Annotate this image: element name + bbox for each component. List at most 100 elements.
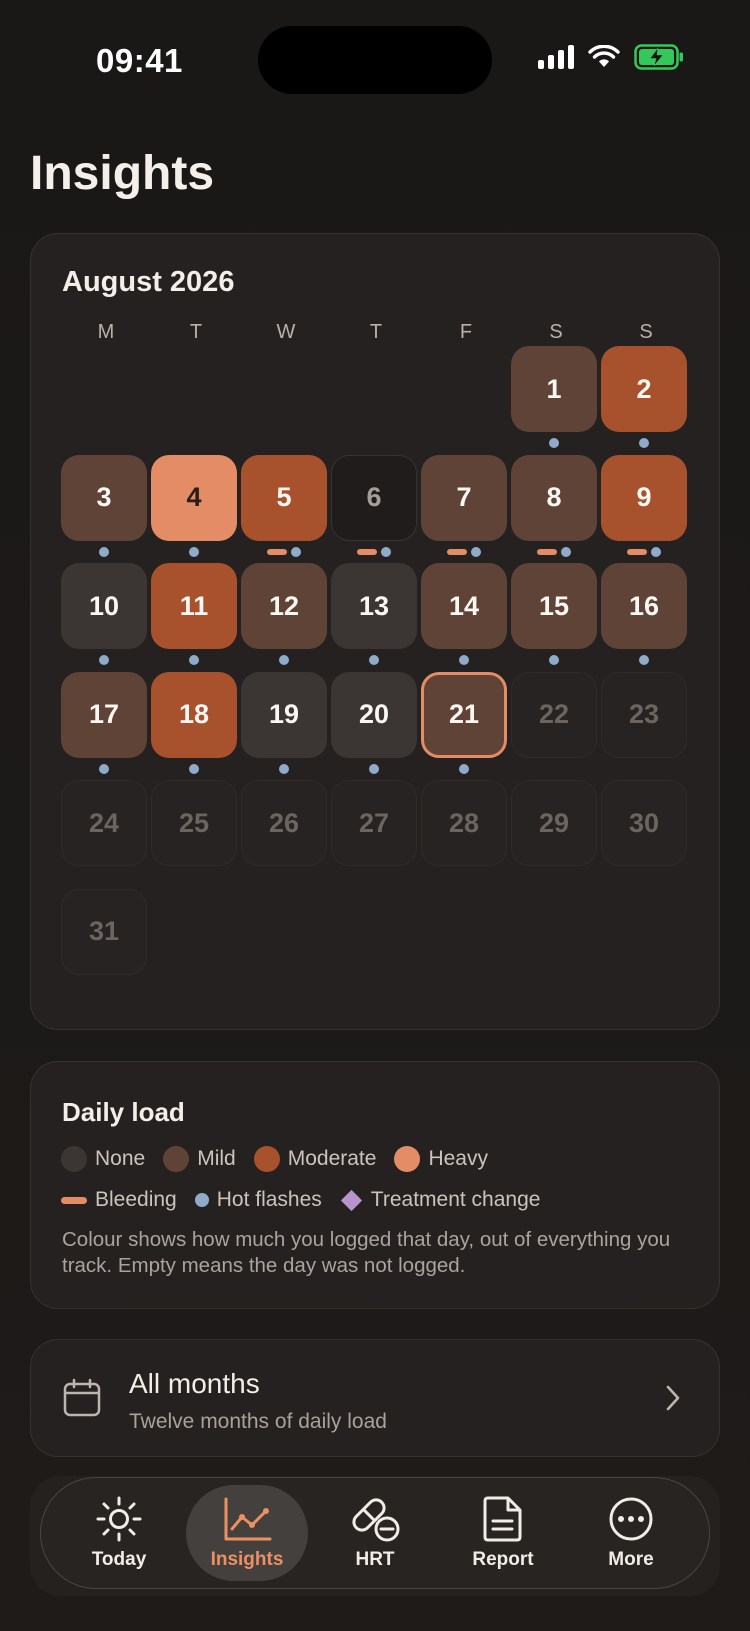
calendar-day[interactable]: 21 [421,671,507,758]
calendar-day[interactable]: 24 [61,780,147,866]
legend-levels: None Mild Moderate Heavy [61,1146,496,1172]
bleeding-marker-icon [61,1196,87,1204]
weekday-label: F [459,321,473,343]
bleeding-marker-icon [357,548,377,555]
hot-flash-dot-icon [651,546,661,557]
calendar-day[interactable]: 15 [511,563,597,649]
calendar-day[interactable]: 29 [511,780,597,866]
all-months-row[interactable]: All months Twelve months of daily load [30,1339,720,1457]
calendar-day[interactable]: 4 [151,454,237,541]
more-icon [609,1497,653,1541]
tab-label: More [608,1549,654,1570]
tab-hrt[interactable]: HRT [314,1485,436,1581]
day-markers [61,763,147,774]
calendar-day[interactable]: 11 [151,563,237,649]
day-markers [151,763,237,774]
calendar-day[interactable]: 8 [511,454,597,541]
status-icons [538,44,684,70]
legend-label: Bleeding [95,1188,177,1211]
tab-report[interactable]: Report [442,1485,564,1581]
weekday-label: M [97,321,115,343]
tab-label: Today [91,1549,147,1570]
hot-flash-dot-icon [291,546,301,557]
swatch-moderate [253,1146,280,1172]
hot-flash-dot-icon [369,655,379,665]
signal-icon [538,45,574,69]
hot-flash-dot-icon [459,763,469,774]
swatch-mild [163,1146,190,1172]
legend-moderate: Moderate [253,1146,376,1172]
page-title: Insights [30,147,215,200]
legend-label: Heavy [428,1147,488,1170]
document-icon [483,1496,522,1542]
tab-label: Report [472,1549,534,1570]
calendar-day[interactable]: 18 [151,671,237,758]
chart-icon [224,1497,272,1541]
hot-flash-dot-icon [549,438,559,448]
calendar-day[interactable]: 25 [151,780,237,866]
hot-flash-dot-icon [189,546,199,557]
calendar-day[interactable]: 3 [61,454,147,541]
calendar-day[interactable]: 28 [421,780,507,866]
tab-label: HRT [355,1549,395,1570]
swatch-heavy [394,1146,421,1172]
calendar-day[interactable]: 26 [241,780,327,866]
day-markers [241,546,327,557]
tab-insights[interactable]: Insights [186,1485,308,1581]
day-markers [601,655,687,665]
calendar-day[interactable]: 19 [241,671,327,758]
calendar-day[interactable]: 10 [61,563,147,649]
legend-markers: Bleeding Hot flashes Treatment change [61,1188,548,1212]
screen: 09:41 Insights August 2026 M T W T F S S [0,0,750,1631]
tab-bar: Today Insights HRT Report More [40,1477,710,1589]
bleeding-marker-icon [537,548,557,555]
day-markers [331,763,417,774]
weekday-label: T [189,321,203,343]
status-time: 09:41 [96,42,183,79]
hot-flash-dot-icon [639,655,649,665]
calendar-day[interactable]: 12 [241,563,327,649]
calendar-day[interactable]: 17 [61,671,147,758]
calendar-day[interactable]: 30 [601,780,687,866]
legend-label: Treatment change [370,1188,541,1211]
tab-label: Insights [210,1549,284,1570]
weekday-label: S [549,321,563,343]
hot-flash-dot-icon [279,655,289,665]
calendar-day[interactable]: 5 [241,454,327,541]
day-markers [241,763,327,774]
sun-icon [96,1496,142,1542]
all-months-subtitle: Twelve months of daily load [129,1410,387,1433]
weekday-label: W [276,321,296,343]
tab-today[interactable]: Today [58,1485,180,1581]
bleeding-marker-icon [267,548,287,555]
calendar-day[interactable]: 9 [601,454,687,541]
calendar-day[interactable]: 22 [511,671,597,758]
legend-hot-flashes: Hot flashes [194,1188,322,1212]
calendar-day[interactable]: 1 [511,346,597,432]
calendar-day[interactable]: 23 [601,671,687,758]
day-markers [511,655,597,665]
hot-flash-dot-icon [99,655,109,665]
calendar-day[interactable]: 31 [61,888,147,975]
calendar-day[interactable]: 7 [421,454,507,541]
calendar-day[interactable]: 14 [421,563,507,649]
day-markers [151,655,237,665]
weekday-label: S [639,321,653,343]
calendar-day[interactable]: 16 [601,563,687,649]
calendar-day[interactable]: 2 [601,346,687,432]
calendar-day[interactable]: 27 [331,780,417,866]
pill-icon [352,1498,400,1542]
tab-more[interactable]: More [570,1485,692,1581]
calendar-day[interactable]: 6 [331,454,417,541]
day-markers [511,546,597,557]
day-markers [151,546,237,557]
swatch-none [61,1146,87,1172]
calendar-card: August 2026 M T W T F S S 1 2 3 4 5 6 7 8 9 10 11 1… [30,233,720,1030]
calendar-day[interactable]: 20 [331,671,417,758]
day-markers [331,546,417,557]
legend-treatment: Treatment change [340,1188,541,1212]
legend-heavy: Heavy [394,1146,488,1172]
hot-flash-dot-icon [99,763,109,774]
bleeding-marker-icon [447,548,467,555]
calendar-day[interactable]: 13 [331,563,417,649]
